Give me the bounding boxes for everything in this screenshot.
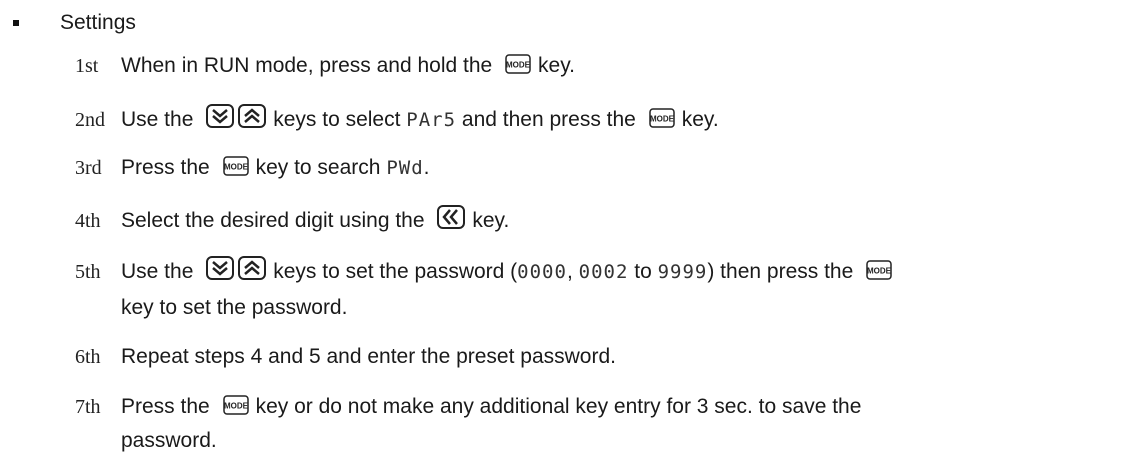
step-4: 4th Select the desired digit using the ke… [75, 205, 509, 236]
step-text: Repeat steps 4 and 5 and enter the prese… [121, 345, 616, 368]
step-6: 6th Repeat steps 4 and 5 and enter the pr… [75, 344, 616, 370]
mode-key-label: MODE [506, 61, 531, 70]
step-text: Press the [121, 156, 210, 179]
step-number: 7th [75, 396, 101, 418]
step-number: 6th [75, 346, 101, 368]
step-text: keys to select [273, 108, 401, 131]
step-text: Use the [121, 260, 194, 283]
step-text: key. [472, 209, 510, 232]
bullet-marker [13, 20, 19, 26]
down-key-icon [206, 256, 235, 287]
step-number: 2nd [75, 109, 105, 131]
step-1: 1st When in RUN mode, press and hold the … [75, 53, 575, 81]
mode-key-label: MODE [867, 267, 892, 276]
display-pw-max: 9999 [657, 261, 708, 283]
shift-key-icon [437, 205, 466, 236]
step-text: Press the [121, 395, 210, 418]
step-text: When in RUN mode, press and hold the [121, 54, 493, 77]
step-5-continuation: key to set the password. [121, 296, 348, 319]
down-key-icon [206, 104, 235, 135]
step-text: . [423, 156, 430, 179]
mode-key-label: MODE [224, 402, 249, 411]
mode-key-label: MODE [650, 115, 675, 124]
section-heading: Settings [60, 11, 136, 34]
mode-key-icon: MODE [505, 54, 531, 81]
step-5: 5th Use the keys to set the password (000… [75, 256, 899, 287]
step-text: ) then press the [707, 260, 854, 283]
step-text: keys to set the password ( [273, 260, 518, 283]
step-text: key. [681, 108, 719, 131]
step-number: 5th [75, 261, 101, 283]
step-text: key to search [255, 156, 381, 179]
step-text: Select the desired digit using the [121, 209, 425, 232]
step-text: , [566, 260, 573, 283]
step-2: 2nd Use the keys to select PAr5 and then … [75, 104, 719, 135]
step-text: and then press the [461, 108, 636, 131]
step-7: 7th Press the MODE key or do not make any… [75, 394, 861, 422]
mode-key-icon: MODE [648, 108, 675, 135]
display-par5: PAr5 [406, 109, 457, 131]
display-pw-next: 0002 [578, 261, 629, 283]
display-pwd: PWd [386, 157, 424, 179]
step-7-continuation: password. [121, 429, 217, 452]
step-text: Use the [121, 108, 194, 131]
step-number: 3rd [75, 157, 102, 179]
step-text: key. [538, 54, 576, 77]
up-key-icon [238, 104, 267, 135]
mode-key-icon: MODE [866, 260, 892, 287]
step-number: 4th [75, 210, 101, 232]
step-text: key or do not make any additional key en… [255, 395, 862, 418]
display-pw-min: 0000 [517, 261, 567, 283]
mode-key-icon: MODE [222, 395, 249, 422]
up-key-icon [238, 256, 267, 287]
step-3: 3rd Press the MODE key to search PWd. [75, 155, 429, 183]
mode-key-icon: MODE [222, 156, 249, 183]
mode-key-label: MODE [224, 163, 249, 172]
step-text: to [634, 260, 652, 283]
step-number: 1st [75, 55, 99, 77]
